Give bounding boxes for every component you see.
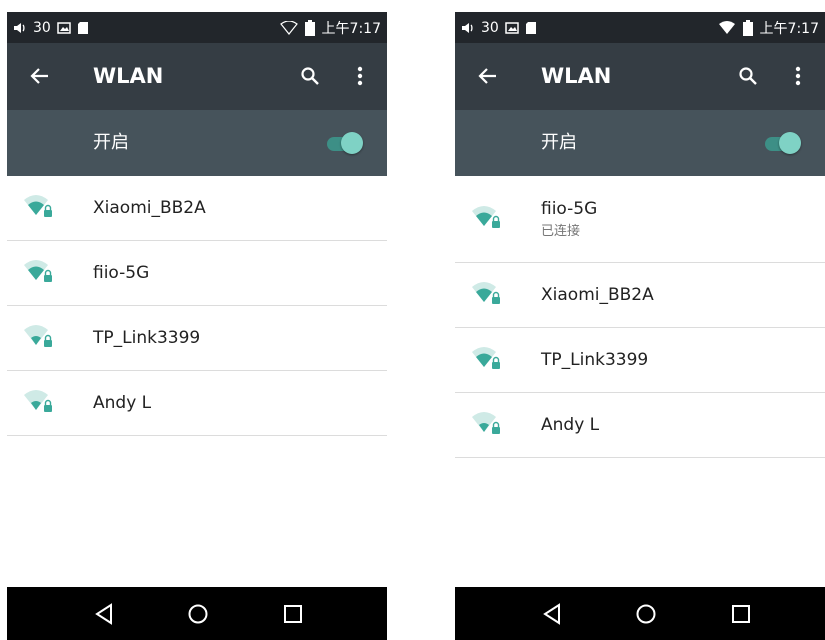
wifi-ssid: Andy L [93,393,152,413]
wifi-locked-icon [24,195,52,217]
wifi-ssid: fiio-5G [541,199,598,219]
wifi-ssid: TP_Link3399 [93,328,201,348]
wifi-filled-icon [718,20,736,35]
search-icon [301,67,319,85]
back-button[interactable] [25,61,55,91]
nav-home-button[interactable] [184,600,212,628]
phone-screen-left: 30 上午7:17 WLAN 开启 Xiaomi_BB2A fiio-5G TP… [7,12,387,640]
wifi-network-item[interactable]: Xiaomi_BB2A [455,263,825,328]
wlan-toggle-row: 开启 [455,110,825,176]
nav-home-button[interactable] [632,600,660,628]
wifi-ssid: fiio-5G [93,263,150,283]
search-icon [739,67,757,85]
volume-value: 30 [33,19,51,36]
search-button[interactable] [733,61,763,91]
wifi-locked-icon [472,282,500,304]
wifi-ssid: TP_Link3399 [541,350,649,370]
wifi-network-item-connected[interactable]: fiio-5G 已连接 [455,176,825,263]
arrow-left-icon [30,68,48,84]
battery-icon [742,19,753,36]
status-bar: 30 上午7:17 [455,12,825,43]
app-bar: WLAN [455,43,825,110]
wifi-network-item[interactable]: Andy L [7,371,387,436]
arrow-left-icon [478,68,496,84]
more-vert-icon [357,66,363,86]
square-recents-icon [284,605,302,623]
switch-thumb [779,132,801,154]
wlan-switch[interactable] [761,132,801,154]
nav-back-button[interactable] [538,600,566,628]
wifi-network-item[interactable]: Xiaomi_BB2A [7,176,387,241]
navigation-bar [455,587,825,640]
wifi-network-item[interactable]: TP_Link3399 [455,328,825,393]
nav-recents-button[interactable] [279,600,307,628]
page-title: WLAN [93,64,164,88]
triangle-back-icon [543,603,560,625]
sd-card-icon [525,21,537,35]
image-icon [505,21,519,35]
wifi-ssid: Xiaomi_BB2A [541,285,654,305]
image-icon [57,21,71,35]
more-options-button[interactable] [783,61,813,91]
wifi-network-list: Xiaomi_BB2A fiio-5G TP_Link3399 Andy L [7,176,387,436]
search-button[interactable] [295,61,325,91]
wifi-locked-icon [472,412,500,434]
wifi-network-item[interactable]: Andy L [455,393,825,458]
status-bar: 30 上午7:17 [7,12,387,43]
app-bar: WLAN [7,43,387,110]
phone-screen-right: 30 上午7:17 WLAN 开启 fiio-5G 已连接 Xiaomi_BB2… [455,12,825,640]
clock: 上午7:17 [321,20,381,37]
volume-icon [13,21,27,35]
page-title: WLAN [541,64,612,88]
nav-recents-button[interactable] [727,600,755,628]
switch-thumb [341,132,363,154]
square-recents-icon [732,605,750,623]
wifi-connection-status: 已连接 [541,224,581,239]
navigation-bar [7,587,387,640]
battery-icon [304,19,315,36]
wifi-ssid: Xiaomi_BB2A [93,198,206,218]
wlan-toggle-row: 开启 [7,110,387,176]
wifi-locked-icon [472,347,500,369]
more-options-button[interactable] [345,61,375,91]
wifi-outline-icon [279,20,298,35]
wlan-switch[interactable] [323,132,363,154]
wifi-locked-icon [24,325,52,347]
clock: 上午7:17 [759,20,819,37]
volume-icon [461,21,475,35]
circle-home-icon [636,604,656,624]
more-vert-icon [795,66,801,86]
wifi-locked-icon [24,260,52,282]
wifi-network-item[interactable]: fiio-5G [7,241,387,306]
nav-back-button[interactable] [90,600,118,628]
back-button[interactable] [473,61,503,91]
wifi-network-list: fiio-5G 已连接 Xiaomi_BB2A TP_Link3399 Andy… [455,176,825,458]
circle-home-icon [188,604,208,624]
wifi-ssid: Andy L [541,415,600,435]
triangle-back-icon [95,603,112,625]
wlan-toggle-label: 开启 [541,132,577,153]
wifi-network-item[interactable]: TP_Link3399 [7,306,387,371]
sd-card-icon [77,21,89,35]
wlan-toggle-label: 开启 [93,132,129,153]
wifi-locked-icon [472,206,500,228]
wifi-locked-icon [24,390,52,412]
volume-value: 30 [481,19,499,36]
